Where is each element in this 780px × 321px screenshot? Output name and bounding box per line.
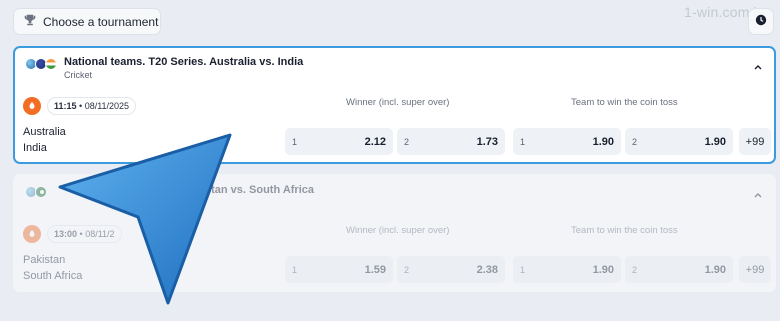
odd-label: 1 <box>520 264 526 275</box>
event-header[interactable]: National teams. T20 Series. Australia vs… <box>15 48 774 86</box>
odd-value: 1.90 <box>704 135 726 148</box>
event-date-value: 08/11/2 <box>85 229 115 239</box>
odd-button[interactable]: 1 1.59 <box>285 256 393 283</box>
odd-label: 2 <box>632 136 638 147</box>
team-2-name: India <box>23 142 47 154</box>
odd-value: 1.90 <box>704 263 726 276</box>
odd-value: 1.59 <box>364 263 386 276</box>
cricket-icon <box>23 225 41 243</box>
event-time-value: 13:00 <box>54 229 78 239</box>
event-sport: Cricket <box>64 70 93 80</box>
market-label-winner: Winner (incl. super over) <box>346 97 450 108</box>
odd-button[interactable]: 1 2.12 <box>285 128 393 155</box>
chevron-up-icon[interactable] <box>752 188 764 200</box>
odd-value: 1.73 <box>476 135 498 148</box>
team-1-name: Pakistan <box>23 254 66 266</box>
pakistan-flag-icon <box>35 186 47 198</box>
market-label-coin-toss: Team to win the coin toss <box>571 97 678 108</box>
choose-tournament-button[interactable]: Choose a tournament <box>13 8 161 35</box>
odd-button[interactable]: 2 1.90 <box>625 128 733 155</box>
time-date-badge: 11:15 • 08/11/2025 <box>47 97 137 115</box>
event-header[interactable]: stan vs. South Africa <box>15 176 774 214</box>
odd-button[interactable]: 2 1.73 <box>397 128 505 155</box>
odd-value: 1.90 <box>592 263 614 276</box>
chevron-up-icon[interactable] <box>752 60 764 72</box>
event-time-value: 11:15 <box>54 101 77 111</box>
odd-label: 1 <box>292 136 298 147</box>
event-card: National teams. T20 Series. Australia vs… <box>13 46 776 164</box>
market-label-coin-toss: Team to win the coin toss <box>571 225 678 236</box>
odd-button[interactable]: 2 1.90 <box>625 256 733 283</box>
odd-label: 1 <box>520 136 526 147</box>
choose-tournament-label: Choose a tournament <box>43 14 159 29</box>
time-date-badge: 13:00 • 08/11/2 <box>47 225 122 243</box>
india-flag-icon <box>45 58 57 70</box>
team-1-name: Australia <box>23 126 66 138</box>
odd-value: 2.38 <box>476 263 498 276</box>
team-2-name: South Africa <box>23 270 83 282</box>
event-title: National teams. T20 Series. Australia vs… <box>64 56 304 68</box>
odd-button[interactable]: 2 2.38 <box>397 256 505 283</box>
event-title: stan vs. South Africa <box>205 184 315 196</box>
team-flags <box>25 58 57 70</box>
top-bar: Choose a tournament 1-win.com.in <box>0 0 780 44</box>
odd-value: 2.12 <box>364 135 386 148</box>
odd-label: 1 <box>292 264 298 275</box>
cricket-icon <box>23 97 41 115</box>
team-flags <box>25 186 47 198</box>
more-markets-button[interactable]: +99 <box>739 128 771 155</box>
odd-label: 2 <box>404 264 410 275</box>
odd-value: 1.90 <box>592 135 614 148</box>
odd-button[interactable]: 1 1.90 <box>513 256 621 283</box>
odd-button[interactable]: 1 1.90 <box>513 128 621 155</box>
trophy-icon <box>24 14 36 29</box>
history-button[interactable] <box>748 8 774 35</box>
more-markets-button[interactable]: +99 <box>739 256 771 283</box>
clock-icon <box>755 13 767 31</box>
market-label-winner: Winner (incl. super over) <box>346 225 450 236</box>
event-time: 11:15 • 08/11/2025 <box>23 96 137 116</box>
event-card: stan vs. South Africa 13:00 • 08/11/2 Pa… <box>13 174 776 292</box>
odd-label: 2 <box>404 136 410 147</box>
odd-label: 2 <box>632 264 638 275</box>
event-time: 13:00 • 08/11/2 <box>23 224 122 244</box>
event-date-value: 08/11/2025 <box>84 101 130 111</box>
